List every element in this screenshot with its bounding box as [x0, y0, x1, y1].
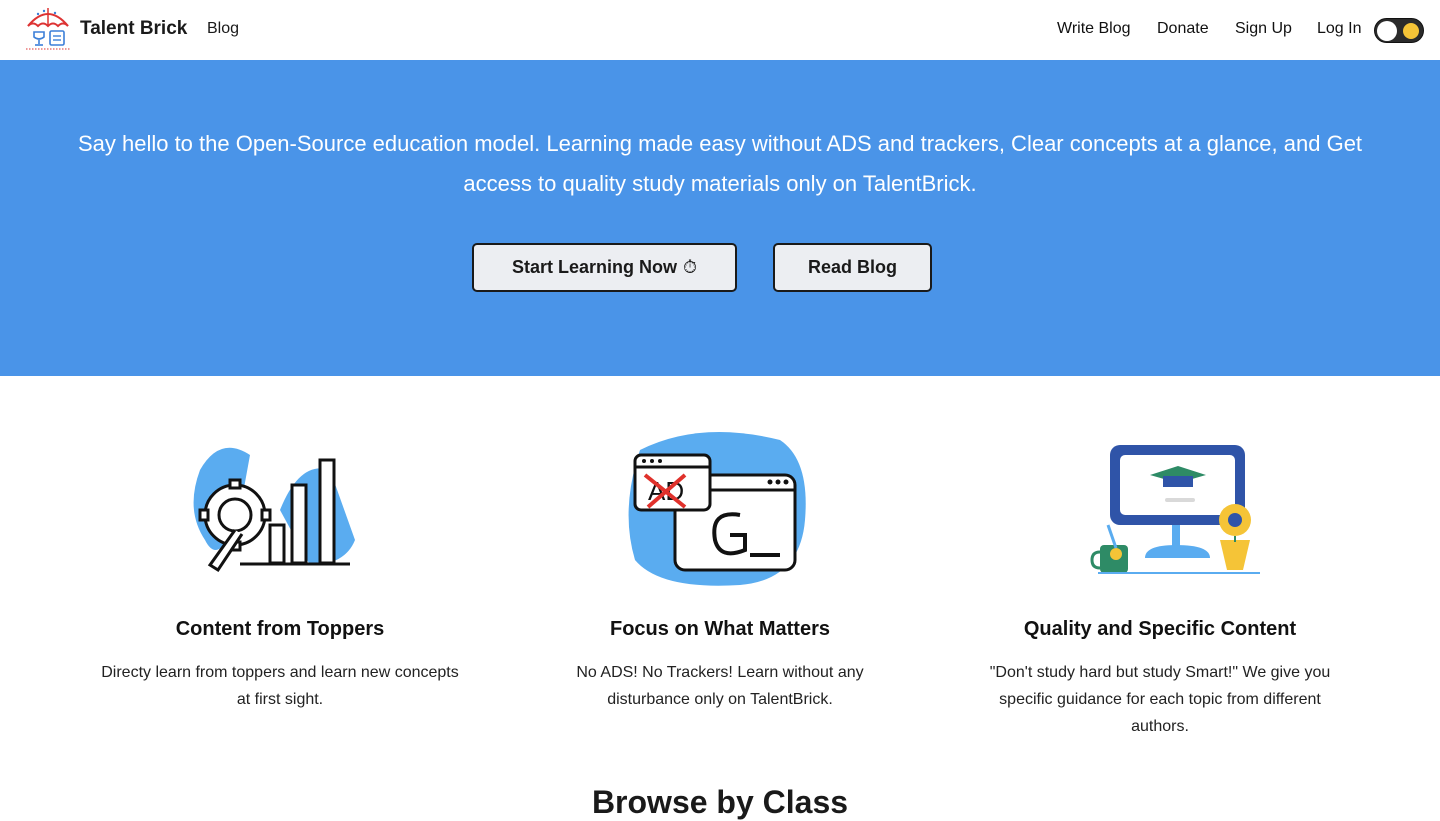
- brand-link[interactable]: Talent Brick: [22, 4, 187, 54]
- navbar: Talent Brick Blog Write Blog Donate Sign…: [0, 0, 1440, 60]
- feature-card: Quality and Specific Content "Don't stud…: [970, 430, 1350, 740]
- hero-section: Say hello to the Open-Source education m…: [0, 60, 1440, 376]
- no-ads-illustration-icon: AD: [628, 432, 806, 586]
- start-learning-label: Start Learning Now: [511, 257, 677, 277]
- sun-face-icon: [1403, 23, 1419, 39]
- nav-blog-link[interactable]: Blog: [207, 20, 239, 38]
- start-learning-button[interactable]: Start Learning Now ⏱: [472, 243, 737, 292]
- read-blog-label: Read Blog: [807, 257, 897, 277]
- feature-desc: "Don't study hard but study Smart!" We g…: [989, 664, 1331, 735]
- feature-desc: Directy learn from toppers and learn new…: [101, 664, 459, 708]
- feature-card: Content from Toppers Directy learn from …: [90, 430, 470, 713]
- stopwatch-icon: ⏱: [682, 257, 698, 277]
- hero-text: Say hello to the Open-Source education m…: [77, 131, 1363, 196]
- feature-title: Quality and Specific Content: [1023, 618, 1297, 640]
- feature-title: Content from Toppers: [175, 618, 385, 640]
- gear-chart-illustration-icon: [193, 447, 355, 573]
- nav-write-blog-link[interactable]: Write Blog: [1057, 20, 1131, 38]
- toggle-knob: [1377, 21, 1397, 41]
- feature-card: AD Focus on What Matters No ADS! No Trac…: [530, 430, 910, 713]
- browse-by-class-heading: Browse by Class: [591, 784, 849, 820]
- graduation-monitor-illustration-icon: [1090, 445, 1260, 574]
- feature-desc: No ADS! No Trackers! Learn without any d…: [576, 664, 864, 708]
- talent-brick-logo-icon: [26, 8, 70, 50]
- nav-log-in-link[interactable]: Log In: [1317, 20, 1361, 38]
- brand-name: Talent Brick: [80, 18, 188, 39]
- nav-donate-link[interactable]: Donate: [1157, 20, 1209, 38]
- read-blog-button[interactable]: Read Blog: [773, 243, 932, 292]
- feature-title: Focus on What Matters: [609, 618, 830, 640]
- theme-toggle[interactable]: [1374, 18, 1424, 43]
- nav-sign-up-link[interactable]: Sign Up: [1235, 20, 1292, 38]
